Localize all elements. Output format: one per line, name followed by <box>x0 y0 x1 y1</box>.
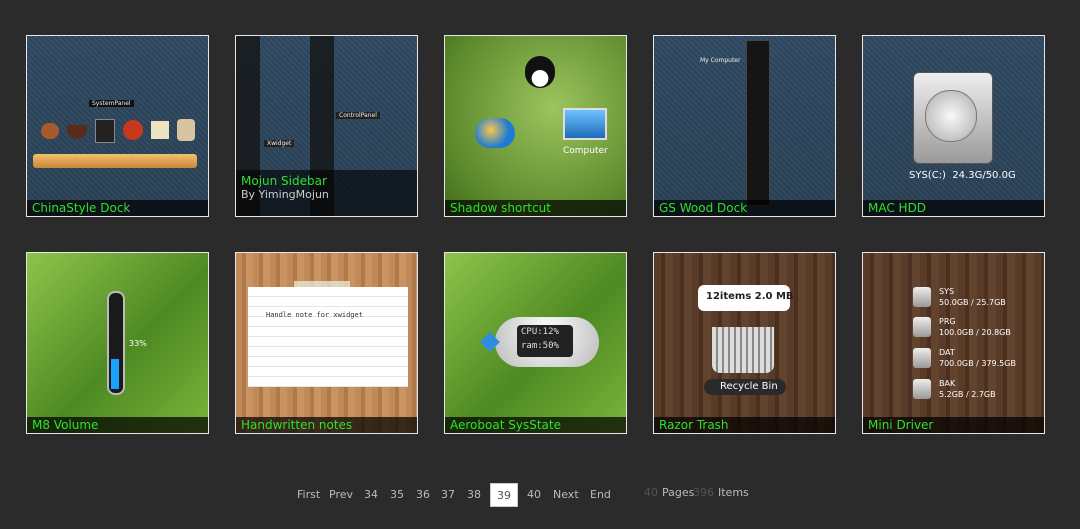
seal-icon <box>95 119 115 143</box>
volume-percent: 33% <box>129 339 147 348</box>
scroll-icon <box>151 121 169 139</box>
item-title: ChinaStyle Dock <box>27 200 208 216</box>
pages-label: Pages <box>662 486 695 499</box>
prev-link[interactable]: Prev <box>329 488 353 501</box>
fish-icon <box>475 118 515 148</box>
ram-readout: ram:50% <box>521 341 559 351</box>
gallery-item-aeroboat-sysstate[interactable]: CPU:12% ram:50% Aeroboat SysState <box>444 252 627 434</box>
drive-name: SYS <box>939 287 955 296</box>
hdd-caption: SYS(C:) 24.3G/50.0G <box>909 170 1016 181</box>
drive-icon <box>913 287 931 307</box>
basket-icon <box>177 119 195 141</box>
next-link[interactable]: Next <box>553 488 579 501</box>
item-title: GS Wood Dock <box>654 200 835 216</box>
drive-name: DAT <box>939 348 955 357</box>
penguin-icon <box>525 56 555 88</box>
trash-can-icon <box>712 327 774 373</box>
current-page: 39 <box>490 483 518 507</box>
cpu-readout: CPU:12% <box>521 327 559 337</box>
trash-caption: Recycle Bin <box>720 381 778 392</box>
item-title: Handwritten notes <box>236 417 417 433</box>
note-text: Handle note for xwidget <box>266 311 363 319</box>
drive-size: 50.0GB / 25.7GB <box>939 298 1006 307</box>
gallery-item-mojun-sidebar[interactable]: Xwidget ControlPanel Mojun Sidebar By Yi… <box>235 35 418 217</box>
page-link[interactable]: 34 <box>364 488 378 501</box>
total-items: 396 <box>693 486 714 499</box>
end-link[interactable]: End <box>590 488 611 501</box>
item-subtitle: By YimingMojun <box>241 188 329 201</box>
trash-bubble-text: 12items 2.0 MB <box>706 291 794 302</box>
vertical-dock <box>746 40 770 206</box>
item-title-large: Mojun Sidebar <box>241 174 327 188</box>
drive-size: 700.0GB / 379.5GB <box>939 359 1016 368</box>
item-title: Aeroboat SysState <box>445 417 626 433</box>
page-link[interactable]: 37 <box>441 488 455 501</box>
disk-platter <box>925 90 977 142</box>
item-title: M8 Volume <box>27 417 208 433</box>
teapot-icon <box>41 123 59 139</box>
page-link[interactable]: 38 <box>467 488 481 501</box>
first-link[interactable]: First <box>297 488 320 501</box>
gallery-item-m8-volume[interactable]: 33% M8 Volume <box>26 252 209 434</box>
drive-name: BAK <box>939 379 956 388</box>
lantern-icon <box>123 120 143 140</box>
monitor-icon <box>563 108 607 140</box>
items-label: Items <box>718 486 749 499</box>
item-title: Mini Driver <box>863 417 1044 433</box>
item-title: Razor Trash <box>654 417 835 433</box>
gallery-item-razor-trash[interactable]: 12items 2.0 MB Recycle Bin Razor Trash <box>653 252 836 434</box>
gallery-item-mac-hdd[interactable]: SYS(C:) 24.3G/50.0G MAC HDD <box>862 35 1045 217</box>
item-title: MAC HDD <box>863 200 1044 216</box>
dock-caption: SystemPanel <box>89 100 134 107</box>
total-pages: 40 <box>644 486 658 499</box>
pagination: First Prev 34 35 36 37 38 39 40 Next End… <box>0 483 1080 509</box>
my-computer-caption: My Computer <box>700 57 741 64</box>
computer-caption: Computer <box>563 146 608 156</box>
drive-size: 100.0GB / 20.8GB <box>939 328 1011 337</box>
drive-icon <box>913 317 931 337</box>
drive-icon <box>913 348 931 368</box>
gallery-item-mini-driver[interactable]: SYS 50.0GB / 25.7GB PRG 100.0GB / 20.8GB… <box>862 252 1045 434</box>
drive-icon <box>913 379 931 399</box>
controlpanel-tag: ControlPanel <box>336 112 380 119</box>
page-link[interactable]: 40 <box>527 488 541 501</box>
drive-size: 5.2GB / 2.7GB <box>939 390 996 399</box>
gallery-item-shadow-shortcut[interactable]: Computer Shadow shortcut <box>444 35 627 217</box>
wood-shelf <box>33 154 197 168</box>
item-title: Shadow shortcut <box>445 200 626 216</box>
xwidget-tag: Xwidget <box>264 140 295 147</box>
volume-level-fill <box>111 359 119 389</box>
drive-name: PRG <box>939 317 956 326</box>
gallery-item-chinastyle-dock[interactable]: SystemPanel ChinaStyle Dock <box>26 35 209 217</box>
note-paper <box>248 287 408 387</box>
page-link[interactable]: 36 <box>416 488 430 501</box>
gallery-item-gs-wood-dock[interactable]: My Computer GS Wood Dock <box>653 35 836 217</box>
page-link[interactable]: 35 <box>390 488 404 501</box>
gallery-item-handwritten-notes[interactable]: Handle note for xwidget Handwritten note… <box>235 252 418 434</box>
bowl-icon <box>67 125 87 139</box>
